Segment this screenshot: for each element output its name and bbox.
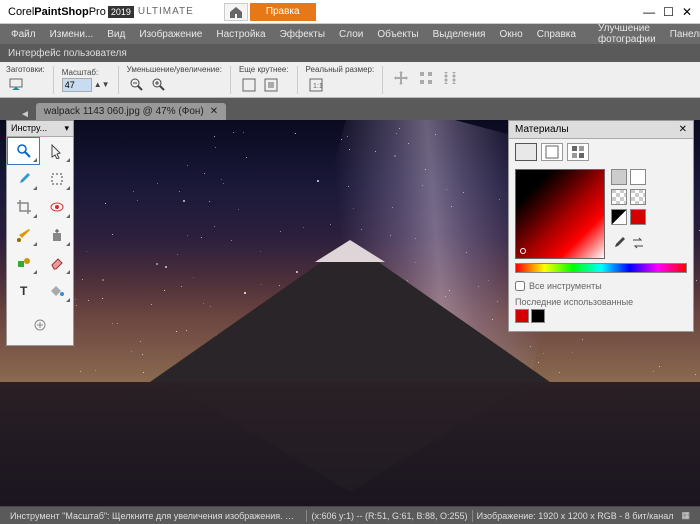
recent-color-1[interactable] xyxy=(515,309,529,323)
realsize-label: Реальный размер: xyxy=(306,65,375,74)
crop-tool[interactable] xyxy=(7,193,40,221)
zoom-in-icon[interactable] xyxy=(149,75,169,95)
tab-nav-left[interactable]: ◄ xyxy=(20,109,30,120)
app-logo: CorelPaintShopPro xyxy=(8,6,106,18)
fill-tool[interactable] xyxy=(40,277,73,305)
zoom-input[interactable] xyxy=(62,78,92,92)
svg-text:1:1: 1:1 xyxy=(313,83,323,90)
document-tab-close[interactable]: ✕ xyxy=(210,106,218,117)
actual-size-icon[interactable]: 1:1 xyxy=(306,75,326,95)
material-tab-rainbow[interactable] xyxy=(515,143,537,161)
zoom-tool[interactable] xyxy=(7,137,40,165)
fit-window-icon[interactable] xyxy=(239,75,259,95)
eraser-tool[interactable] xyxy=(40,249,73,277)
menu-file[interactable]: Файл xyxy=(6,27,41,42)
swatch-fg-large[interactable] xyxy=(611,169,627,185)
menu-help[interactable]: Справка xyxy=(532,27,581,42)
close-button[interactable]: ✕ xyxy=(682,5,692,19)
text-tool[interactable]: T xyxy=(7,277,40,305)
document-tab[interactable]: walpack 1143 060.jpg @ 47% (Фон) ✕ xyxy=(36,103,226,120)
maximize-button[interactable]: ☐ xyxy=(663,5,674,19)
menu-objects[interactable]: Объекты xyxy=(372,27,423,42)
swatch-bw[interactable] xyxy=(611,209,627,225)
zoom-out-icon[interactable] xyxy=(127,75,147,95)
menu-panels[interactable]: Панели xyxy=(665,27,700,42)
minimize-button[interactable]: — xyxy=(643,5,655,19)
redeye-tool[interactable] xyxy=(40,193,73,221)
fit-image-icon[interactable] xyxy=(261,75,281,95)
tools-panel-menu-icon[interactable]: ▾ xyxy=(64,123,69,134)
menu-window[interactable]: Окно xyxy=(494,27,527,42)
color-gradient-picker[interactable] xyxy=(515,169,605,259)
recent-colors-label: Последние использованные xyxy=(515,297,687,307)
swatch-bg-large[interactable] xyxy=(630,169,646,185)
status-hint: Инструмент "Масштаб": Щелкните для увели… xyxy=(6,511,306,521)
status-nav-icon[interactable]: ▦ xyxy=(677,510,694,521)
tools-panel-title: Инстру... xyxy=(11,123,47,134)
swap-colors-icon[interactable] xyxy=(630,235,646,256)
brush-tool[interactable] xyxy=(7,221,40,249)
menu-selections[interactable]: Выделения xyxy=(428,27,491,42)
material-tab-swatch[interactable] xyxy=(567,143,589,161)
presets-label: Заготовки: xyxy=(6,65,45,74)
recent-color-2[interactable] xyxy=(531,309,545,323)
materials-panel: Материалы ✕ xyxy=(508,120,694,332)
edition-label: ULTIMATE xyxy=(138,6,194,17)
materials-panel-close[interactable]: ✕ xyxy=(679,124,687,135)
menu-effects[interactable]: Эффекты xyxy=(275,27,330,42)
swatch-transparent-2[interactable] xyxy=(630,189,646,205)
document-tab-label: walpack 1143 060.jpg @ 47% (Фон) xyxy=(44,106,204,117)
all-tools-checkbox[interactable] xyxy=(515,281,525,291)
menu-layers[interactable]: Слои xyxy=(334,27,368,42)
secondary-label: Интерфейс пользователя xyxy=(8,48,127,59)
dropper-tool[interactable] xyxy=(7,165,40,193)
version-badge: 2019 xyxy=(108,6,134,18)
menu-view[interactable]: Вид xyxy=(102,27,130,42)
tab-edit[interactable]: Правка xyxy=(250,3,316,21)
cool-label: Еще крутнее: xyxy=(239,65,289,74)
tools-panel: Инстру... ▾ T xyxy=(6,120,74,346)
status-coordinates: (x:606 y:1) -- (R:51, G:61, B:88, O:255) xyxy=(307,511,471,521)
marquee-tool[interactable] xyxy=(40,165,73,193)
zoom-label: Масштаб: xyxy=(62,68,110,77)
zoom-group-label: Уменьшение/увеличение: xyxy=(127,65,222,74)
status-image-info: Изображение: 1920 x 1200 x RGB - 8 бит/к… xyxy=(473,511,678,521)
tab-home-icon[interactable] xyxy=(224,3,248,21)
expand-icon[interactable] xyxy=(440,68,460,88)
material-tab-frame[interactable] xyxy=(541,143,563,161)
shape-tool[interactable] xyxy=(7,249,40,277)
menu-adjust[interactable]: Настройка xyxy=(211,27,270,42)
swatch-red[interactable] xyxy=(630,209,646,225)
pointer-tool[interactable] xyxy=(40,137,73,165)
eyedropper-icon[interactable] xyxy=(611,235,627,256)
clone-tool[interactable] xyxy=(40,221,73,249)
move-icon[interactable] xyxy=(391,68,411,88)
hue-slider[interactable] xyxy=(515,263,687,273)
all-tools-label: Все инструменты xyxy=(529,281,602,291)
menu-edit[interactable]: Измени... xyxy=(45,27,99,42)
menu-enhance-photo[interactable]: Улучшение фотографии xyxy=(593,21,661,47)
presets-dropdown[interactable] xyxy=(6,75,26,95)
more-tools-icon[interactable] xyxy=(31,311,49,339)
menu-image[interactable]: Изображение xyxy=(134,27,207,42)
grid-icon[interactable] xyxy=(416,68,436,88)
swatch-transparent-1[interactable] xyxy=(611,189,627,205)
materials-panel-title: Материалы xyxy=(515,124,569,135)
svg-text:T: T xyxy=(20,284,28,298)
